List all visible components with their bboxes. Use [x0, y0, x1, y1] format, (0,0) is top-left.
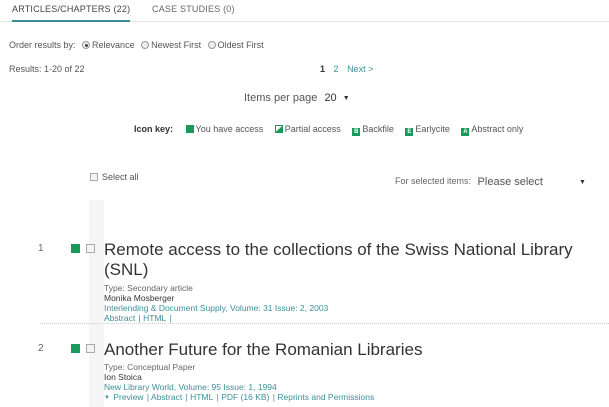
access-icon: [71, 244, 80, 253]
result-type: Type: Secondary article: [104, 283, 193, 293]
radio-oldest-first[interactable]: [207, 41, 216, 49]
icon-key-label: Icon key:: [134, 124, 174, 134]
radio-relevance-label[interactable]: Relevance: [92, 40, 135, 50]
result-meta: Type: Secondary article Monika Mosberger…: [104, 283, 328, 323]
tab-articles-chapters[interactable]: ARTICLES/CHAPTERS (22): [12, 4, 131, 22]
backfile-icon: B: [352, 128, 361, 136]
preview-link[interactable]: Preview: [113, 392, 143, 402]
pdf-link[interactable]: PDF (16 KB): [221, 392, 269, 402]
access-icon: [185, 125, 194, 133]
result-tabs: ARTICLES/CHAPTERS (22) CASE STUDIES (0): [0, 0, 609, 22]
abstract-only-icon: A: [461, 128, 470, 136]
reprints-permissions-link[interactable]: Reprints and Permissions: [277, 392, 374, 402]
select-all-label[interactable]: Select all: [102, 172, 139, 182]
radio-newest-label[interactable]: Newest First: [151, 40, 201, 50]
bulk-action-value: Please select: [477, 176, 543, 188]
result-number: 1: [38, 243, 44, 254]
result-author[interactable]: Monika Mosberger: [104, 293, 328, 303]
order-label: Order results by:: [9, 40, 76, 50]
items-per-page: Items per page 20 ▼: [244, 92, 350, 104]
radio-oldest-label[interactable]: Oldest First: [218, 40, 264, 50]
for-selected-label: For selected items:: [395, 176, 472, 186]
pagination: 1 2 Next >: [320, 64, 379, 74]
caret-down-icon: ▼: [342, 95, 350, 102]
key-partial-access: Partial access: [274, 124, 341, 134]
result-meta: Type: Conceptual Paper Ion Stoica New Li…: [104, 362, 375, 403]
items-per-page-value: 20: [324, 92, 337, 104]
abstract-link[interactable]: Abstract: [104, 313, 135, 323]
key-you-have-access: You have access: [185, 124, 263, 134]
selection-column: [89, 200, 104, 407]
radio-relevance[interactable]: [82, 41, 91, 49]
page-2-link[interactable]: 2: [334, 64, 339, 74]
result-title[interactable]: Remote access to the collections of the …: [104, 240, 604, 280]
tab-case-studies[interactable]: CASE STUDIES (0): [152, 4, 235, 14]
result-title[interactable]: Another Future for the Romanian Librarie…: [104, 340, 604, 360]
result-journal[interactable]: New Library World, Volume: 95 Issue: 1, …: [104, 382, 375, 392]
html-link[interactable]: HTML: [143, 313, 166, 323]
expand-triangle-icon[interactable]: ▼: [104, 395, 110, 401]
bulk-action-select[interactable]: Please select ▼: [478, 176, 586, 188]
html-link[interactable]: HTML: [190, 392, 213, 402]
key-backfile: B Backfile: [352, 124, 394, 136]
result-links: Abstract | HTML |: [104, 313, 172, 323]
next-page-link[interactable]: Next >: [347, 64, 373, 74]
select-all[interactable]: Select all: [90, 172, 139, 182]
access-icon: [71, 344, 80, 353]
items-per-page-select[interactable]: 20 ▼: [324, 92, 349, 104]
partial-access-icon: [274, 125, 283, 133]
items-per-page-label: Items per page: [244, 92, 318, 104]
result-journal[interactable]: Interlending & Document Supply, Volume: …: [104, 303, 328, 313]
result-number: 2: [38, 343, 44, 354]
icon-key: Icon key: You have access Partial access…: [134, 124, 532, 136]
radio-newest-first[interactable]: [141, 41, 150, 49]
key-abstract-only: A Abstract only: [461, 124, 524, 136]
order-results-by: Order results by: Relevance Newest First…: [9, 40, 264, 50]
current-page: 1: [320, 64, 326, 74]
result-author[interactable]: Ion Stoica: [104, 372, 375, 382]
bulk-actions: For selected items: Please select ▼: [395, 176, 586, 188]
result-checkbox[interactable]: [86, 244, 95, 253]
result-divider: [40, 323, 609, 324]
earlycite-icon: E: [405, 128, 414, 136]
result-checkbox[interactable]: [86, 344, 95, 353]
results-count: Results: 1-20 of 22: [9, 64, 85, 74]
caret-down-icon: ▼: [578, 179, 586, 186]
key-earlycite: E Earlycite: [405, 124, 450, 136]
result-links: ▼ Preview | Abstract | HTML | PDF (16 KB…: [104, 392, 375, 402]
result-type: Type: Conceptual Paper: [104, 362, 196, 372]
select-all-checkbox[interactable]: [90, 173, 98, 181]
abstract-link[interactable]: Abstract: [151, 392, 182, 402]
